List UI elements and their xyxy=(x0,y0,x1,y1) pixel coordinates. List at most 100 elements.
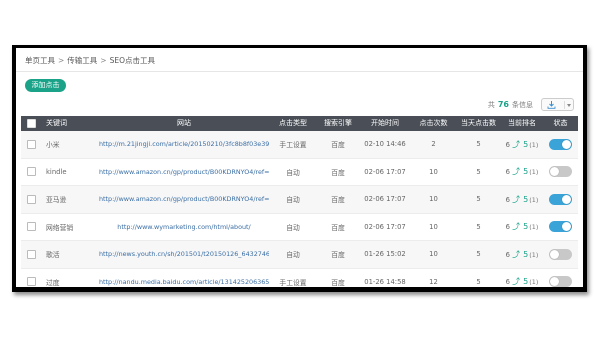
url-link[interactable]: http://www.amazon.cn/gp/product/B00KDRNY… xyxy=(99,158,269,186)
row-select-cell xyxy=(21,240,41,269)
url-link[interactable]: http://www.amazon.cn/gp/product/B00KDRNY… xyxy=(99,185,269,214)
breadcrumb-separator: > xyxy=(58,56,65,65)
rank-change: (1) xyxy=(529,140,539,149)
engine-cell: 百度 xyxy=(317,185,359,214)
toggle-knob xyxy=(550,277,559,287)
download-icon xyxy=(547,101,556,109)
start-time-cell: 02-10 14:46 xyxy=(359,131,411,159)
rank-cell: 6 ⤴ 5(1) xyxy=(501,158,543,186)
trend-up-icon: ⤴ xyxy=(512,249,521,259)
clicks-cell: 10 xyxy=(411,213,456,241)
keyword-cell: 过度 xyxy=(41,268,99,287)
rank-change: (1) xyxy=(529,250,539,259)
table-row: 亚马逊 http://www.amazon.cn/gp/product/B00KD… xyxy=(21,185,578,214)
engine-cell: 百度 xyxy=(317,213,359,241)
column-header-click-type[interactable]: 点击类型 xyxy=(269,116,317,131)
table-row: 网络营销 http://www.wymarketing.com/html/abou… xyxy=(21,213,578,241)
status-toggle[interactable] xyxy=(549,193,572,205)
column-header-rank[interactable]: 当前排名 xyxy=(501,116,543,131)
chevron-down-icon[interactable] xyxy=(567,104,571,107)
rank-change: (1) xyxy=(529,278,539,287)
clicks-cell: 12 xyxy=(411,268,456,287)
toggle-knob xyxy=(550,249,559,259)
url-link[interactable]: http://nandu.media.baidu.com/article/131… xyxy=(99,268,269,287)
start-time-cell: 02-06 17:07 xyxy=(359,185,411,214)
engine-cell: 百度 xyxy=(317,131,359,159)
click-type-cell: 手工设置 xyxy=(269,268,317,287)
breadcrumb-item-tools[interactable]: 传输工具 xyxy=(67,54,97,68)
status-cell xyxy=(543,213,578,241)
row-select-cell xyxy=(21,131,41,159)
rank-previous: 6 xyxy=(505,168,510,177)
screenshot-frame: 单页工具 > 传输工具 > SEO点击工具 添加点击 共 76 条信息 关键词 … xyxy=(12,45,587,292)
row-checkbox[interactable] xyxy=(26,222,36,232)
status-toggle[interactable] xyxy=(549,138,572,150)
row-select-cell xyxy=(21,158,41,186)
select-all-checkbox[interactable] xyxy=(26,118,36,128)
rank-change: (1) xyxy=(529,223,539,232)
status-cell xyxy=(543,185,578,214)
breadcrumb-item-home[interactable]: 单页工具 xyxy=(25,54,55,68)
trend-up-icon: ⤴ xyxy=(512,277,521,287)
column-header-start-time[interactable]: 开始时间 xyxy=(359,116,411,131)
keyword-cell: 歌活 xyxy=(41,240,99,269)
row-checkbox[interactable] xyxy=(26,194,36,204)
trend-up-icon: ⤴ xyxy=(512,194,521,204)
rank-current: 5 xyxy=(523,249,529,259)
keyword-cell: 网络营销 xyxy=(41,213,99,241)
summary-prefix: 共 xyxy=(487,101,495,109)
summary-suffix: 条信息 xyxy=(512,101,533,109)
total-count: 76 xyxy=(497,100,509,109)
today-clicks-cell: 5 xyxy=(456,185,501,214)
keyword-cell: 亚马逊 xyxy=(41,185,99,214)
url-link[interactable]: http://www.wymarketing.com/html/about/ xyxy=(99,213,269,241)
table-header-row: 关键词 网站 点击类型 搜索引擎 开始时间 点击次数 当天点击数 当前排名 状态 xyxy=(21,116,578,131)
status-toggle[interactable] xyxy=(549,276,572,287)
trend-up-icon: ⤴ xyxy=(512,167,521,177)
start-time-cell: 02-06 17:07 xyxy=(359,213,411,241)
column-header-clicks[interactable]: 点击次数 xyxy=(411,116,456,131)
breadcrumb-separator: > xyxy=(100,56,107,65)
rank-previous: 6 xyxy=(505,250,510,259)
row-select-cell xyxy=(21,213,41,241)
main-panel: 单页工具 > 传输工具 > SEO点击工具 添加点击 共 76 条信息 关键词 … xyxy=(16,48,583,287)
column-header-today-clicks[interactable]: 当天点击数 xyxy=(456,116,501,131)
start-time-cell: 01-26 15:02 xyxy=(359,240,411,269)
row-select-cell xyxy=(21,268,41,287)
breadcrumb: 单页工具 > 传输工具 > SEO点击工具 xyxy=(25,54,155,68)
column-header-url[interactable]: 网站 xyxy=(99,116,269,131)
row-checkbox[interactable] xyxy=(26,277,36,287)
rank-cell: 6 ⤴ 5(1) xyxy=(501,213,543,241)
click-type-cell: 自动 xyxy=(269,240,317,269)
status-cell xyxy=(543,158,578,186)
click-type-cell: 自动 xyxy=(269,158,317,186)
toggle-knob xyxy=(550,167,559,177)
status-toggle[interactable] xyxy=(549,221,572,233)
row-checkbox[interactable] xyxy=(26,139,36,149)
engine-cell: 百度 xyxy=(317,268,359,287)
toggle-knob xyxy=(562,222,571,232)
column-header-engine[interactable]: 搜索引擎 xyxy=(317,116,359,131)
rank-cell: 6 ⤴ 5(1) xyxy=(501,185,543,214)
start-time-cell: 01-26 14:58 xyxy=(359,268,411,287)
rank-previous: 6 xyxy=(505,140,510,149)
row-checkbox[interactable] xyxy=(26,167,36,177)
table-row: 歌活 http://news.youth.cn/sh/201501/t201501… xyxy=(21,240,578,269)
table-row: kindle http://www.amazon.cn/gp/product/B0… xyxy=(21,158,578,186)
export-dropdown-button[interactable] xyxy=(541,98,574,111)
rank-cell: 6 ⤴ 5(1) xyxy=(501,268,543,287)
rank-previous: 6 xyxy=(505,223,510,232)
url-link[interactable]: http://m.21jingji.com/article/20150210/3… xyxy=(99,131,269,159)
status-toggle[interactable] xyxy=(549,248,572,260)
rank-current: 5 xyxy=(523,194,529,204)
column-header-status[interactable]: 状态 xyxy=(543,116,578,131)
status-toggle[interactable] xyxy=(549,166,572,178)
click-type-cell: 自动 xyxy=(269,213,317,241)
add-click-button[interactable]: 添加点击 xyxy=(25,79,66,92)
column-header-keyword[interactable]: 关键词 xyxy=(41,116,99,131)
today-clicks-cell: 5 xyxy=(456,131,501,159)
url-link[interactable]: http://news.youth.cn/sh/201501/t20150126… xyxy=(99,240,269,269)
today-clicks-cell: 5 xyxy=(456,240,501,269)
row-checkbox[interactable] xyxy=(26,249,36,259)
rank-cell: 6 ⤴ 5(1) xyxy=(501,131,543,159)
